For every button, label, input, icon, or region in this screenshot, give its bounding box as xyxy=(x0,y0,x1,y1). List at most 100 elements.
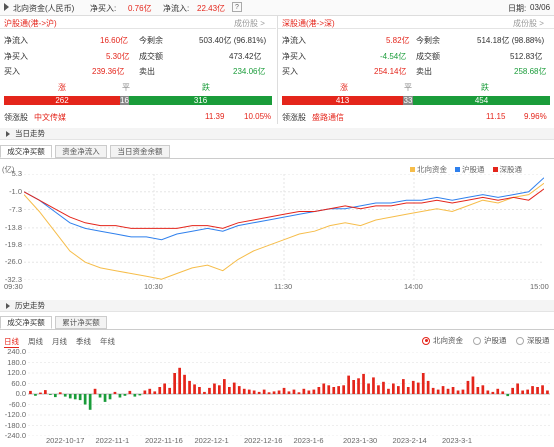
sh-fall-bar: 316 xyxy=(129,96,272,105)
x-tick-label: 2022-11-16 xyxy=(145,436,183,445)
tab-intraday-net-inflow[interactable]: 资金净流入 xyxy=(55,145,107,158)
history-bar xyxy=(491,391,495,394)
radio-sz[interactable]: 深股通 xyxy=(516,335,550,346)
sh-fall-label: 跌 xyxy=(202,83,210,92)
divider xyxy=(0,28,276,29)
sz-leader-price: 11.15 xyxy=(486,112,506,121)
history-bar xyxy=(377,385,380,395)
sh-sell-label: 卖出 xyxy=(139,67,155,76)
history-bar xyxy=(337,386,340,394)
y-tick-label: 60.0 xyxy=(11,378,26,388)
period-month[interactable]: 月线 xyxy=(52,336,67,347)
history-bar xyxy=(511,387,514,394)
x-tick-label: 10:30 xyxy=(144,282,163,291)
expand-icon[interactable] xyxy=(6,130,10,137)
history-bar xyxy=(168,387,171,394)
tab-label: 成交净买额 xyxy=(7,318,45,327)
sz-flat-label: 平 xyxy=(404,83,412,92)
sh-leader-label: 领涨股 xyxy=(4,113,28,122)
tab-history-net-buy[interactable]: 成交净买额 xyxy=(0,316,52,329)
history-bar xyxy=(193,384,196,394)
sz-fall-label: 跌 xyxy=(481,83,489,92)
history-bar xyxy=(128,390,132,394)
radio-label: 沪股通 xyxy=(484,336,507,345)
history-bar xyxy=(34,394,37,396)
sh-turnover-label: 成交额 xyxy=(139,52,163,61)
history-bar xyxy=(387,388,390,395)
radio-sh[interactable]: 沪股通 xyxy=(473,335,507,346)
history-bar xyxy=(441,386,445,394)
expand-icon[interactable] xyxy=(6,302,10,309)
y-tick-label: 180.0 xyxy=(7,357,26,367)
sh-netbuy-label: 净买入 xyxy=(4,52,28,61)
sz-turnover-label: 成交额 xyxy=(416,52,440,61)
sz-netbuy-label: 净买入 xyxy=(282,52,306,61)
history-bar xyxy=(431,387,435,394)
sz-netbuy-value: -4.54亿 xyxy=(380,52,407,61)
sh-inflow-label: 净流入 xyxy=(4,36,28,45)
x-tick-label: 2023-1-30 xyxy=(343,436,378,445)
period-week[interactable]: 周线 xyxy=(28,336,43,347)
y-tick-label: 120.0 xyxy=(7,368,26,377)
history-bar xyxy=(108,394,112,400)
history-bar xyxy=(257,391,261,394)
legend-swatch xyxy=(455,167,460,172)
sh-flat-label: 平 xyxy=(122,83,130,92)
history-bar xyxy=(426,380,430,394)
radio-circle[interactable] xyxy=(516,336,524,345)
period-quarter[interactable]: 季线 xyxy=(76,336,91,347)
tab-intraday-balance[interactable]: 当日资金余额 xyxy=(110,145,170,158)
sh-rise-bar: 262 xyxy=(4,96,120,105)
sh-flat-bar: 16 xyxy=(120,96,129,105)
sh-remain-value: 503.40亿 (96.81%) xyxy=(199,36,267,45)
sh-sell-value: 234.06亿 xyxy=(233,67,266,76)
sh-leader-price: 11.39 xyxy=(205,112,225,121)
history-section-header[interactable]: 历史走势 xyxy=(0,300,554,312)
history-bar xyxy=(526,389,529,394)
sz-flat-count: 33 xyxy=(403,96,413,105)
history-bar xyxy=(223,379,226,394)
y-tick-label: -60.0 xyxy=(8,399,26,409)
help-button[interactable]: ? xyxy=(232,2,242,12)
history-bar xyxy=(536,387,539,394)
collapse-icon[interactable] xyxy=(4,3,9,11)
history-bar xyxy=(208,387,211,394)
sh-leader-name[interactable]: 中文传媒 xyxy=(34,112,66,123)
history-bar xyxy=(287,391,291,394)
radio-label: 深股通 xyxy=(527,336,550,345)
history-bar xyxy=(39,392,42,394)
history-bar xyxy=(352,380,355,394)
tab-history-cumulative[interactable]: 累计净买额 xyxy=(55,316,107,329)
y-tick-label: -13.8 xyxy=(4,222,22,232)
net-buy-label: 净买入: xyxy=(90,4,117,13)
sh-netbuy-value: 5.30亿 xyxy=(106,52,130,61)
sz-leader-label: 领涨股 xyxy=(282,113,306,122)
sh-turnover-value: 473.42亿 xyxy=(229,52,262,61)
x-tick-label: 2023-3-1 xyxy=(442,436,473,445)
history-bar xyxy=(83,394,87,405)
net-inflow-value: 22.43亿 xyxy=(197,4,226,13)
radio-circle[interactable] xyxy=(422,336,430,345)
history-bar xyxy=(63,394,67,397)
intraday-section-header[interactable]: 当日走势 xyxy=(0,128,554,140)
radio-north[interactable]: 北向资金 xyxy=(422,335,463,346)
intraday-line-chart xyxy=(24,174,544,280)
sz-leader-name[interactable]: 盛路通信 xyxy=(312,112,344,123)
history-bar xyxy=(496,388,500,395)
history-bar xyxy=(272,391,276,394)
tab-intraday-net-buy[interactable]: 成交净买额 xyxy=(0,145,52,158)
history-bar xyxy=(471,376,475,394)
history-bar xyxy=(481,385,485,395)
y-tick-label: -7.3 xyxy=(9,204,22,214)
sz-turnover-value: 512.83亿 xyxy=(510,52,543,61)
history-bar xyxy=(302,388,306,395)
history-bar xyxy=(153,391,157,394)
period-year[interactable]: 年线 xyxy=(100,336,115,347)
history-bar xyxy=(203,391,206,394)
tab-underline xyxy=(0,158,554,159)
x-tick-label: 11:30 xyxy=(274,282,293,291)
header-title: 北向资金(人民币) xyxy=(13,4,75,13)
radio-circle[interactable] xyxy=(473,336,481,345)
sz-fall-bar: 454 xyxy=(413,96,550,105)
history-bar xyxy=(148,388,152,395)
